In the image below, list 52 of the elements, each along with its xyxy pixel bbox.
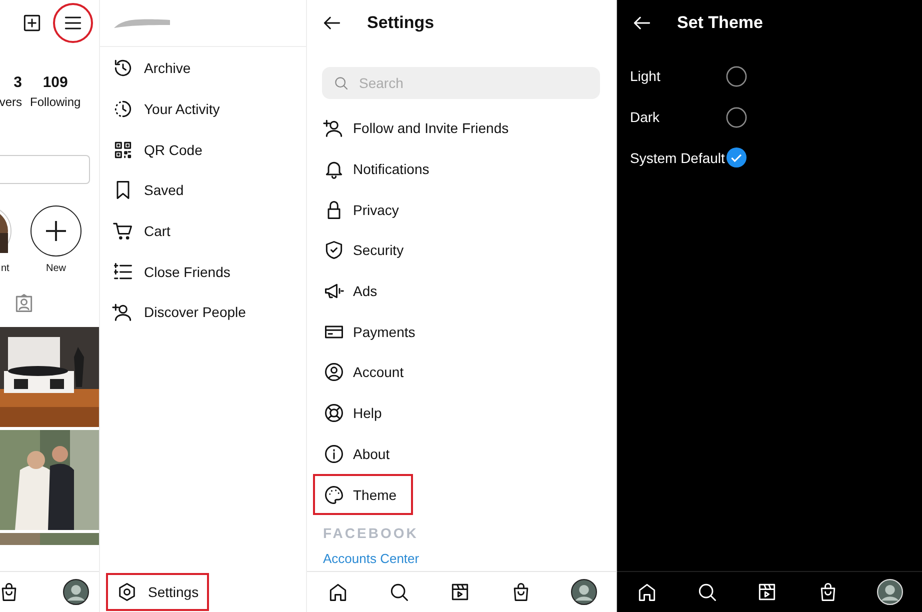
screen-title: Settings [367,13,434,33]
theme-option-label: System Default [630,150,726,166]
settings-item[interactable]: About [313,434,406,474]
menu-item[interactable]: Archive [100,48,306,89]
settings-item[interactable]: Follow and Invite Friends [313,108,525,149]
new-highlight-button[interactable] [30,205,82,257]
cart-icon [112,220,134,242]
stat-count: 109 [42,74,68,91]
shield-icon [323,239,345,262]
menu-item[interactable]: QR Code [100,129,306,170]
settings-item[interactable]: Privacy [313,189,415,230]
settings-button[interactable]: Settings [106,573,209,611]
stat-count: 3 [14,74,22,91]
lifebuoy-icon [323,402,345,424]
add-person-icon [323,117,345,140]
radio-button[interactable] [726,106,747,128]
avatar[interactable] [570,579,596,605]
theme-option-label: Light [630,68,662,84]
tagged-tab-icon[interactable] [13,292,35,314]
settings-item[interactable]: Ads [313,270,394,312]
search-field[interactable]: Search [322,67,600,99]
settings-item[interactable]: Theme [313,474,413,515]
info-icon [323,442,345,465]
palette-icon [323,484,345,506]
person-icon [323,361,345,384]
theme-option-label: Dark [630,109,661,126]
accounts-center-link[interactable]: Accounts Center [323,550,616,566]
radio-button[interactable] [726,147,747,168]
search-icon [333,75,349,91]
settings-item[interactable]: Payments [313,311,432,352]
highlight-label: New [46,263,66,274]
avatar[interactable] [63,579,89,605]
settings-item[interactable]: Security [313,230,420,271]
settings-item[interactable]: Notifications [313,148,446,190]
settings-item[interactable]: Help [313,392,398,434]
search-input[interactable]: Search [357,74,561,92]
menu-item[interactable]: Close Friends [100,251,306,292]
menu-button[interactable] [53,3,93,43]
add-icon[interactable] [21,12,43,34]
radio-button[interactable] [726,66,747,87]
screen-title: Set Theme [677,13,763,33]
settings-item[interactable]: Account [313,352,420,393]
highlight-label: nt [1,263,10,274]
add-person-icon [112,301,134,324]
section-heading: FACEBOOK [323,524,420,541]
stat-label: Following [30,95,81,109]
menu-item[interactable]: Saved [100,170,306,211]
menu-item[interactable]: Your Activity [100,88,306,130]
menu-item[interactable]: Discover People [100,292,306,333]
hexagon-gear-icon [116,581,138,603]
search-icon[interactable] [696,581,718,603]
menu-item[interactable]: Cart [100,210,306,252]
